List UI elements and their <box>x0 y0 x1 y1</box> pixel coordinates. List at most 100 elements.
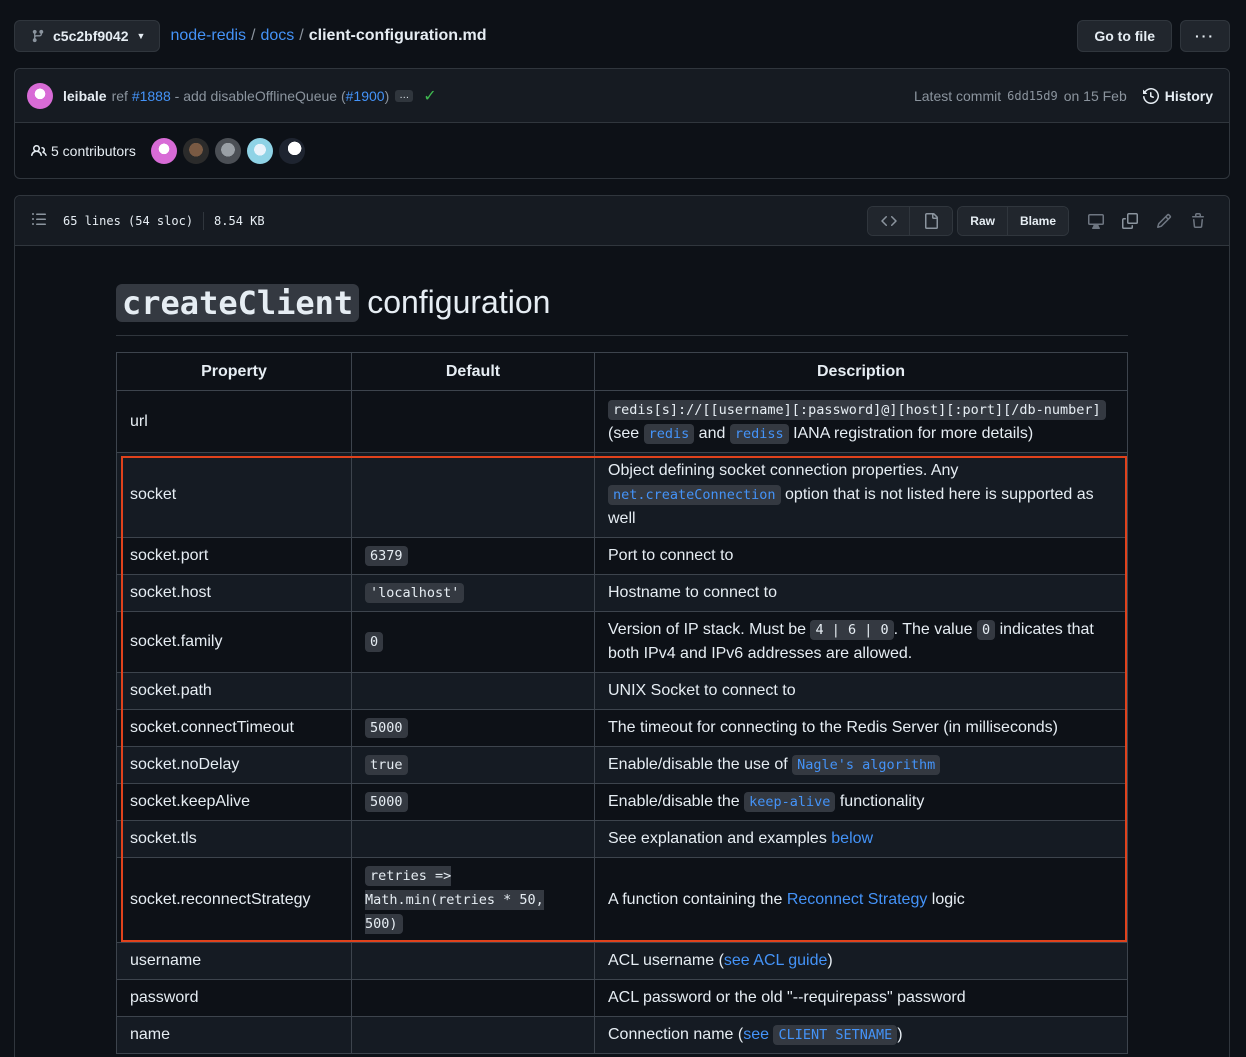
table-header-row: Property Default Description <box>116 352 1128 391</box>
breadcrumb-repo-link[interactable]: node-redis <box>170 27 246 45</box>
go-to-file-button[interactable]: Go to file <box>1077 20 1172 52</box>
branch-selector-button[interactable]: c5c2bf9042 ▼ <box>14 20 161 52</box>
breadcrumb: node-redis / docs / client-configuration… <box>170 27 486 45</box>
more-options-button[interactable]: ··· <box>1180 20 1230 52</box>
code-view-button[interactable] <box>868 206 911 235</box>
people-icon <box>31 144 47 157</box>
file-box: 65 lines (54 sloc) 8.54 KB Raw Blame cre… <box>14 195 1230 1057</box>
breadcrumb-docs-link[interactable]: docs <box>261 27 295 45</box>
reconnect-strategy-link[interactable]: Reconnect Strategy <box>787 891 928 908</box>
property-cell: username <box>116 942 352 980</box>
acl-guide-link[interactable]: see ACL guide <box>724 952 827 969</box>
contributor-avatar[interactable] <box>246 138 273 164</box>
default-cell <box>351 390 595 453</box>
net-createconnection-link[interactable]: net.createConnection <box>608 485 781 505</box>
rediss-link[interactable]: rediss <box>729 423 789 444</box>
contributor-avatar[interactable] <box>278 138 305 164</box>
commit-message: ref #1888 - add disableOfflineQueue (#19… <box>112 88 390 104</box>
client-setname-link[interactable]: CLIENT SETNAME <box>773 1025 898 1045</box>
table-row: socket Object defining socket connection… <box>116 452 1128 538</box>
desktop-button[interactable] <box>1079 206 1113 236</box>
check-icon[interactable]: ✓ <box>423 86 436 106</box>
default-cell: 0 <box>351 611 595 673</box>
commit-msg-suffix: ) <box>384 87 390 104</box>
markdown-body: createClient configuration Property Defa… <box>116 278 1128 1054</box>
default-cell <box>351 452 595 538</box>
property-cell: socket.keepAlive <box>116 783 352 821</box>
contributors-row: 5 contributors <box>15 123 1229 179</box>
config-table: Property Default Description url redis[s… <box>116 352 1128 1054</box>
description-cell: UNIX Socket to connect to <box>594 672 1128 710</box>
history-button[interactable]: History <box>1142 87 1213 104</box>
breadcrumb-separator: / <box>299 27 304 44</box>
text: ) <box>897 1026 903 1043</box>
table-of-contents-icon[interactable] <box>31 211 47 230</box>
default-cell: 'localhost' <box>351 574 595 612</box>
pr-link[interactable]: #1900 <box>346 88 385 104</box>
text: Version of IP stack. Must be <box>608 621 807 638</box>
text: and <box>698 424 726 442</box>
file-info: 65 lines (54 sloc) 8.54 KB <box>63 211 265 230</box>
edit-button[interactable] <box>1147 206 1181 236</box>
redis-link[interactable]: redis <box>643 423 695 444</box>
see-link[interactable]: see <box>743 1026 769 1043</box>
contributor-avatar[interactable] <box>150 138 177 164</box>
default-cell: 6379 <box>351 537 595 575</box>
description-cell: Port to connect to <box>594 537 1128 575</box>
property-cell: name <box>116 1016 352 1054</box>
breadcrumb-separator: / <box>251 27 256 44</box>
copy-button[interactable] <box>1113 206 1147 236</box>
history-label: History <box>1164 87 1213 104</box>
commit-author[interactable]: leibale <box>63 88 107 104</box>
text: Enable/disable the use of <box>608 756 788 773</box>
blame-button[interactable]: Blame <box>1007 206 1068 235</box>
default-cell: retries => Math.min(retries * 50, 500) <box>351 857 595 943</box>
property-cell: socket.path <box>116 672 352 710</box>
table-row: name Connection name (see CLIENT SETNAME… <box>116 1016 1128 1054</box>
table-row: socket.connectTimeout 5000 The timeout f… <box>116 709 1128 747</box>
description-cell: Connection name (see CLIENT SETNAME) <box>594 1016 1128 1054</box>
description-cell: The timeout for connecting to the Redis … <box>594 709 1128 747</box>
below-link[interactable]: below <box>831 830 873 847</box>
contributor-avatar[interactable] <box>214 138 241 164</box>
title-code: createClient <box>116 283 360 322</box>
desktop-icon <box>1088 213 1104 229</box>
file-actions: Raw Blame <box>867 205 1215 236</box>
text: functionality <box>839 793 925 810</box>
property-cell: url <box>116 390 352 453</box>
text: Object defining socket connection proper… <box>608 462 959 479</box>
description-cell: See explanation and examples below <box>594 820 1128 858</box>
description-cell: Version of IP stack. Must be 4 | 6 | 0. … <box>594 611 1128 673</box>
top-bar: c5c2bf9042 ▼ node-redis / docs / client-… <box>14 20 1230 52</box>
property-cell: socket.connectTimeout <box>116 709 352 747</box>
file-icon <box>925 212 939 229</box>
inline-code: 4 | 6 | 0 <box>810 620 894 640</box>
table-row: socket.family 0 Version of IP stack. Mus… <box>116 611 1128 673</box>
column-header: Description <box>594 352 1128 391</box>
description-cell: ACL password or the old "--requirepass" … <box>594 979 1128 1017</box>
property-cell: socket.family <box>116 611 352 673</box>
table-row: socket.port 6379 Port to connect to <box>116 537 1128 575</box>
raw-button[interactable]: Raw <box>958 206 1008 235</box>
commit-sha[interactable]: 6dd15d9 <box>1007 89 1058 103</box>
contributors-label[interactable]: 5 contributors <box>51 143 136 159</box>
keep-alive-link[interactable]: keep-alive <box>744 792 836 812</box>
preview-view-button[interactable] <box>910 206 953 235</box>
text: Connection name ( <box>608 1026 744 1043</box>
author-avatar[interactable] <box>27 82 53 109</box>
table-row: username ACL username (see ACL guide) <box>116 942 1128 980</box>
delete-button[interactable] <box>1181 206 1215 236</box>
issue-link[interactable]: #1888 <box>132 88 171 104</box>
description-cell: ACL username (see ACL guide) <box>594 942 1128 980</box>
property-cell: socket.port <box>116 537 352 575</box>
nagles-algorithm-link[interactable]: Nagle's algorithm <box>792 755 941 775</box>
expand-commit-button[interactable]: … <box>395 89 414 102</box>
contributor-avatar[interactable] <box>182 138 209 164</box>
description-cell: Enable/disable the keep-alive functional… <box>594 783 1128 821</box>
text: . The value <box>893 621 973 638</box>
text: See explanation and examples <box>608 830 827 847</box>
inline-code: redis[s]://[[username][:password]@][host… <box>608 399 1106 420</box>
pencil-icon <box>1156 213 1172 228</box>
table-row: socket.keepAlive 5000 Enable/disable the… <box>116 783 1128 821</box>
text: logic <box>931 891 965 908</box>
